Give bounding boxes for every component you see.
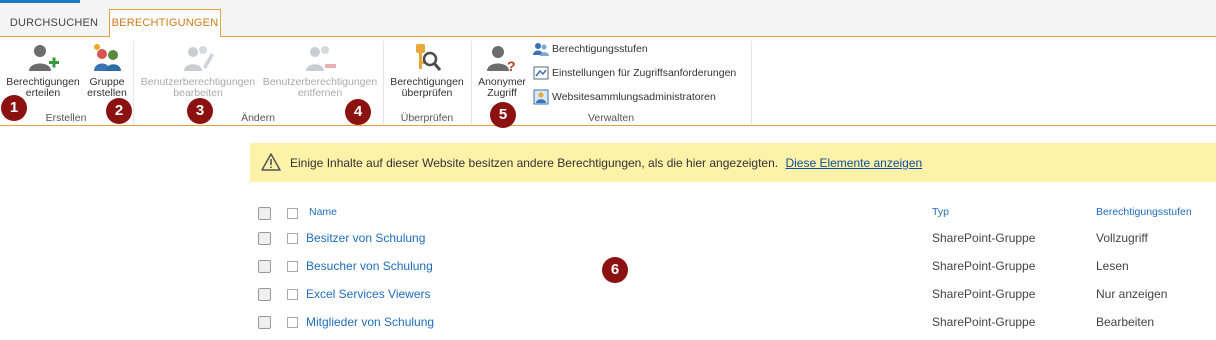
group-name-link[interactable]: Besitzer von Schulung: [306, 231, 425, 245]
warning-message: Einige Inhalte auf dieser Website besitz…: [290, 156, 922, 170]
group-type: SharePoint-Gruppe: [932, 287, 1036, 301]
user-edit-icon: [184, 46, 214, 71]
table-row: Excel Services Viewers SharePoint-Gruppe…: [0, 280, 1216, 308]
group-label-ueberpruefen: Überprüfen: [400, 112, 454, 124]
anonymous-access-button[interactable]: ? Anonymer Zugriff: [474, 41, 530, 99]
row-checkbox[interactable]: [258, 232, 271, 245]
callout-marker-3: 3: [187, 98, 213, 124]
user-remove-icon: [306, 46, 336, 71]
group-type: SharePoint-Gruppe: [932, 231, 1036, 245]
permission-level: Lesen: [1096, 259, 1129, 273]
group-divider: [751, 41, 752, 125]
group-type: SharePoint-Gruppe: [932, 315, 1036, 329]
warning-text: Einige Inhalte auf dieser Website besitz…: [290, 156, 779, 170]
column-header-berechtigungsstufen[interactable]: Berechtigungsstufen: [1096, 206, 1192, 218]
tab-durchsuchen[interactable]: DURCHSUCHEN: [0, 10, 108, 36]
permission-levels-button[interactable]: Berechtigungsstufen: [533, 39, 648, 59]
site-collection-admins-icon: [533, 89, 549, 105]
row-item-checkbox[interactable]: [287, 233, 298, 244]
access-request-settings-icon: [533, 66, 549, 80]
group-name-link[interactable]: Besucher von Schulung: [306, 259, 433, 273]
site-collection-admins-label: Websitesammlungsadministratoren: [552, 91, 716, 103]
grant-permissions-button[interactable]: Berechtigungen erteilen: [4, 41, 82, 99]
row-checkbox[interactable]: [258, 316, 271, 329]
column-header-name[interactable]: Name: [309, 206, 337, 218]
remove-user-permissions-label-2: entfernen: [297, 87, 343, 99]
access-request-settings-button[interactable]: Einstellungen für Zugriffsanforderungen: [533, 63, 736, 83]
ribbon: Berechtigungen erteilen Gruppe erstellen…: [0, 37, 1216, 126]
row-item-checkbox[interactable]: [287, 289, 298, 300]
user-add-icon: [29, 45, 59, 71]
callout-marker-5: 5: [490, 102, 516, 128]
tab-berechtigungen[interactable]: BERECHTIGUNGEN: [109, 9, 221, 38]
permission-level: Vollzugriff: [1096, 231, 1148, 245]
select-all-checkbox[interactable]: [258, 207, 271, 220]
callout-marker-1: 1: [1, 95, 27, 121]
anonymous-access-label-2: Zugriff: [487, 87, 517, 99]
create-group-label-2: erstellen: [87, 87, 127, 99]
permission-level: Bearbeiten: [1096, 315, 1155, 329]
show-items-link[interactable]: Diese Elemente anzeigen: [785, 156, 922, 170]
warning-banner: Einige Inhalte auf dieser Website besitz…: [250, 143, 1216, 182]
table-header-row: Name Typ Berechtigungsstufen: [0, 198, 1216, 226]
check-permissions-label-2: überprüfen: [401, 87, 453, 99]
callout-marker-2: 2: [106, 98, 132, 124]
row-item-checkbox[interactable]: [287, 317, 298, 328]
anonymous-user-icon: ?: [487, 46, 516, 74]
table-row: Mitglieder von Schulung SharePoint-Grupp…: [0, 308, 1216, 336]
callout-marker-4: 4: [345, 99, 371, 125]
row-item-checkbox[interactable]: [287, 261, 298, 272]
check-permissions-button[interactable]: Berechtigungen überprüfen: [386, 41, 468, 99]
key-search-icon: [416, 44, 442, 71]
header-item-checkbox[interactable]: [287, 208, 298, 219]
group-name-link[interactable]: Excel Services Viewers: [306, 287, 431, 301]
access-request-settings-label: Einstellungen für Zugriffsanforderungen: [552, 67, 737, 79]
warning-icon: [261, 153, 281, 171]
ribbon-tab-bar: DURCHSUCHEN BERECHTIGUNGEN: [0, 3, 1216, 38]
group-name-link[interactable]: Mitglieder von Schulung: [306, 315, 434, 329]
permission-levels-icon: [533, 43, 549, 57]
table-row: Besitzer von Schulung SharePoint-Gruppe …: [0, 224, 1216, 252]
row-checkbox[interactable]: [258, 288, 271, 301]
row-checkbox[interactable]: [258, 260, 271, 273]
remove-user-permissions-button[interactable]: Benutzerberechtigungen entfernen: [260, 41, 380, 99]
edit-user-permissions-button[interactable]: Benutzerberechtigungen bearbeiten: [138, 41, 258, 99]
svg-text:?: ?: [507, 58, 516, 74]
site-collection-admins-button[interactable]: Websitesammlungsadministratoren: [533, 87, 716, 107]
group-create-icon: [94, 44, 121, 71]
permission-levels-label: Berechtigungsstufen: [552, 43, 648, 55]
create-group-button[interactable]: Gruppe erstellen: [85, 41, 129, 99]
group-type: SharePoint-Gruppe: [932, 259, 1036, 273]
column-header-typ[interactable]: Typ: [932, 206, 949, 218]
table-row: Besucher von Schulung SharePoint-Gruppe …: [0, 252, 1216, 280]
permission-level: Nur anzeigen: [1096, 287, 1168, 301]
